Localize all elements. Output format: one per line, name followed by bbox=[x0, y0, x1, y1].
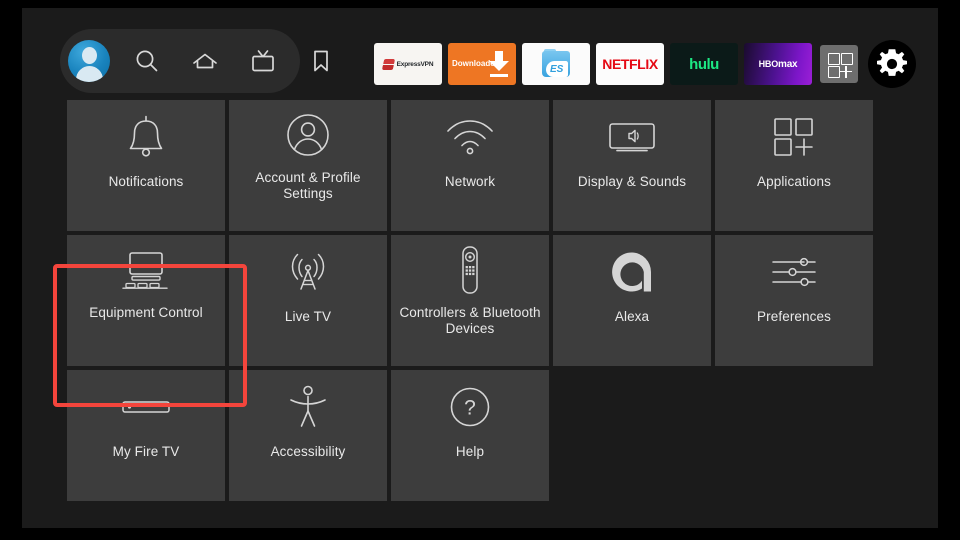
settings-row: My Fire TV Accessibility ? Help bbox=[67, 370, 873, 501]
settings-tile-label: Account & Profile Settings bbox=[255, 170, 361, 201]
app-label-netflix: NETFLIX bbox=[602, 56, 658, 72]
settings-tile-label: Alexa bbox=[614, 309, 650, 324]
antenna-icon bbox=[229, 235, 387, 309]
settings-tile-equipment-control[interactable]: Equipment Control bbox=[67, 235, 225, 366]
profile-avatar[interactable] bbox=[60, 29, 118, 93]
settings-tile-label: Controllers & Bluetooth Devices bbox=[399, 305, 541, 336]
applications-icon bbox=[715, 100, 873, 174]
settings-tile-preferences[interactable]: Preferences bbox=[715, 235, 873, 366]
home-icon[interactable] bbox=[176, 29, 234, 93]
wifi-icon bbox=[391, 100, 549, 174]
app-tile-hulu[interactable]: hulu bbox=[670, 43, 738, 85]
settings-tile-display-sounds[interactable]: Display & Sounds bbox=[553, 100, 711, 231]
expressvpn-logo-icon bbox=[381, 58, 395, 70]
app-tile-hbomax[interactable]: HBOmax bbox=[744, 43, 812, 85]
settings-tile-controllers-bluetooth-devices[interactable]: Controllers & Bluetooth Devices bbox=[391, 235, 549, 366]
app-shortcut-row: ExpressVPN Downloader ES NETFLIX hulu HB… bbox=[374, 40, 916, 88]
app-tile-netflix[interactable]: NETFLIX bbox=[596, 43, 664, 85]
app-tile-downloader[interactable]: Downloader bbox=[448, 43, 516, 85]
settings-tile-label: Display & Sounds bbox=[577, 174, 687, 189]
settings-tile-my-fire-tv[interactable]: My Fire TV bbox=[67, 370, 225, 501]
accessibility-icon bbox=[229, 370, 387, 444]
nav-icon-group bbox=[60, 29, 350, 93]
bell-icon bbox=[67, 100, 225, 174]
search-icon[interactable] bbox=[118, 29, 176, 93]
settings-tile-live-tv[interactable]: Live TV bbox=[229, 235, 387, 366]
settings-tile-label: Preferences bbox=[757, 309, 831, 324]
settings-gear-button[interactable] bbox=[868, 40, 916, 88]
settings-row: Equipment Control Live TV Controllers & … bbox=[67, 235, 873, 366]
settings-grid: Notifications Account & Profile Settings bbox=[67, 100, 873, 505]
equipment-control-icon bbox=[67, 235, 225, 305]
settings-tile-label: Applications bbox=[757, 174, 831, 189]
app-tile-es-file-explorer[interactable]: ES bbox=[522, 43, 590, 85]
app-label-expressvpn: ExpressVPN bbox=[396, 60, 434, 68]
app-label-hulu: hulu bbox=[689, 55, 719, 73]
fire-tv-screen: ExpressVPN Downloader ES NETFLIX hulu HB… bbox=[22, 8, 938, 528]
top-navigation-bar: ExpressVPN Downloader ES NETFLIX hulu HB… bbox=[22, 8, 938, 94]
remote-control-icon bbox=[391, 235, 549, 305]
svg-text:?: ? bbox=[464, 397, 476, 420]
display-sounds-icon bbox=[553, 100, 711, 174]
settings-tile-label: Network bbox=[444, 174, 496, 189]
all-apps-grid-plus-icon[interactable] bbox=[820, 45, 858, 83]
settings-tile-label: Accessibility bbox=[270, 444, 346, 459]
settings-tile-label: My Fire TV bbox=[112, 444, 180, 459]
settings-tile-label: Equipment Control bbox=[89, 305, 203, 320]
live-tv-icon[interactable] bbox=[234, 29, 292, 93]
fire-tv-stick-icon bbox=[67, 370, 225, 444]
bookmark-icon[interactable] bbox=[292, 29, 350, 93]
app-label-es: ES bbox=[550, 64, 564, 75]
settings-tile-alexa[interactable]: Alexa bbox=[553, 235, 711, 366]
settings-tile-label: Help bbox=[455, 444, 485, 459]
app-tile-expressvpn[interactable]: ExpressVPN bbox=[374, 43, 442, 85]
settings-tile-label: Notifications bbox=[108, 174, 184, 189]
settings-tile-accessibility[interactable]: Accessibility bbox=[229, 370, 387, 501]
settings-row: Notifications Account & Profile Settings bbox=[67, 100, 873, 231]
account-profile-icon bbox=[229, 100, 387, 170]
app-label-hbomax: HBOmax bbox=[758, 58, 798, 70]
settings-tile-account-profile-settings[interactable]: Account & Profile Settings bbox=[229, 100, 387, 231]
alexa-icon bbox=[553, 235, 711, 309]
settings-tile-notifications[interactable]: Notifications bbox=[67, 100, 225, 231]
sliders-icon bbox=[715, 235, 873, 309]
settings-tile-applications[interactable]: Applications bbox=[715, 100, 873, 231]
gear-icon bbox=[877, 49, 907, 76]
help-question-icon: ? bbox=[391, 370, 549, 444]
avatar bbox=[68, 40, 110, 82]
settings-tile-help[interactable]: ? Help bbox=[391, 370, 549, 501]
es-file-explorer-icon: ES bbox=[542, 49, 570, 77]
settings-tile-network[interactable]: Network bbox=[391, 100, 549, 231]
download-arrow-icon bbox=[488, 51, 510, 77]
settings-tile-label: Live TV bbox=[284, 309, 332, 324]
